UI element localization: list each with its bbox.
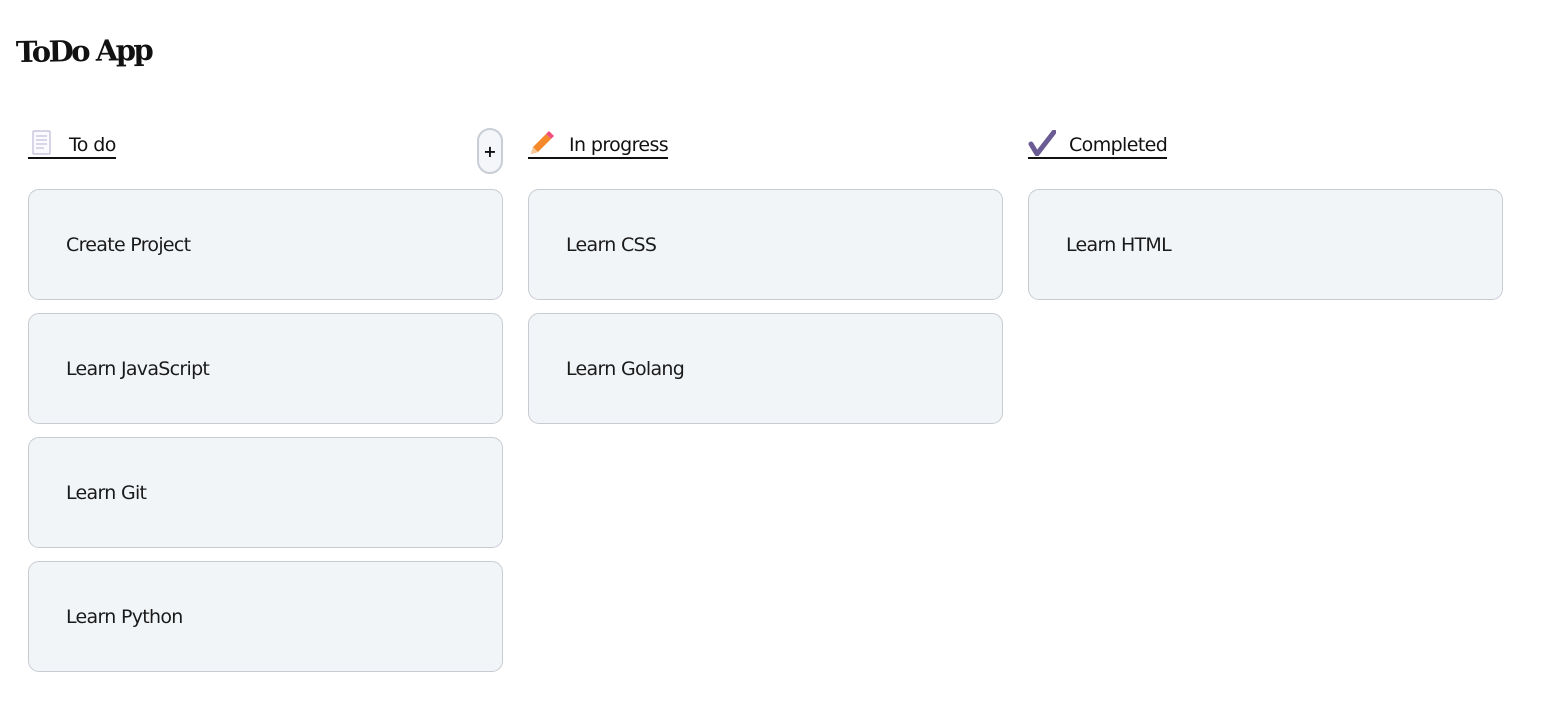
app-title: ToDo App (15, 32, 152, 70)
memo-icon (28, 130, 56, 156)
task-card-text: Create Project (66, 233, 191, 256)
task-card[interactable]: Learn HTML (1028, 189, 1503, 300)
column-title-completed: Completed (1028, 130, 1168, 159)
card-list-completed: Learn HTML (1028, 189, 1503, 300)
todo-app: ToDo App To do + Create Project Learn Ja… (0, 0, 1542, 720)
column-completed: Completed Learn HTML (1028, 128, 1503, 300)
column-label-todo: To do (69, 134, 116, 156)
task-card[interactable]: Learn Python (28, 561, 503, 672)
column-title-in-progress: In progress (528, 130, 669, 159)
task-card-text: Learn Golang (566, 357, 685, 380)
task-card[interactable]: Learn CSS (528, 189, 1003, 300)
task-card[interactable]: Learn JavaScript (28, 313, 503, 424)
task-card-text: Learn JavaScript (66, 357, 210, 380)
check-icon (1028, 130, 1056, 156)
column-header-completed: Completed (1028, 128, 1503, 189)
column-label-completed: Completed (1069, 134, 1168, 156)
column-header-in-progress: In progress (528, 128, 1003, 189)
column-todo: To do + Create Project Learn JavaScript … (28, 128, 503, 672)
column-in-progress: In progress Learn CSS Learn Golang (528, 128, 1003, 424)
task-card-text: Learn HTML (1066, 233, 1172, 256)
column-header-todo: To do + (28, 128, 503, 189)
task-card-text: Learn CSS (566, 233, 657, 256)
column-label-in-progress: In progress (569, 134, 669, 156)
task-card[interactable]: Learn Git (28, 437, 503, 548)
card-list-in-progress: Learn CSS Learn Golang (528, 189, 1003, 424)
pencil-icon (528, 130, 556, 156)
add-task-button[interactable]: + (477, 128, 503, 174)
task-card-text: Learn Python (66, 605, 183, 628)
task-card-text: Learn Git (66, 481, 147, 504)
task-card[interactable]: Create Project (28, 189, 503, 300)
card-list-todo: Create Project Learn JavaScript Learn Gi… (28, 189, 503, 672)
column-title-todo: To do (28, 130, 116, 159)
task-card[interactable]: Learn Golang (528, 313, 1003, 424)
